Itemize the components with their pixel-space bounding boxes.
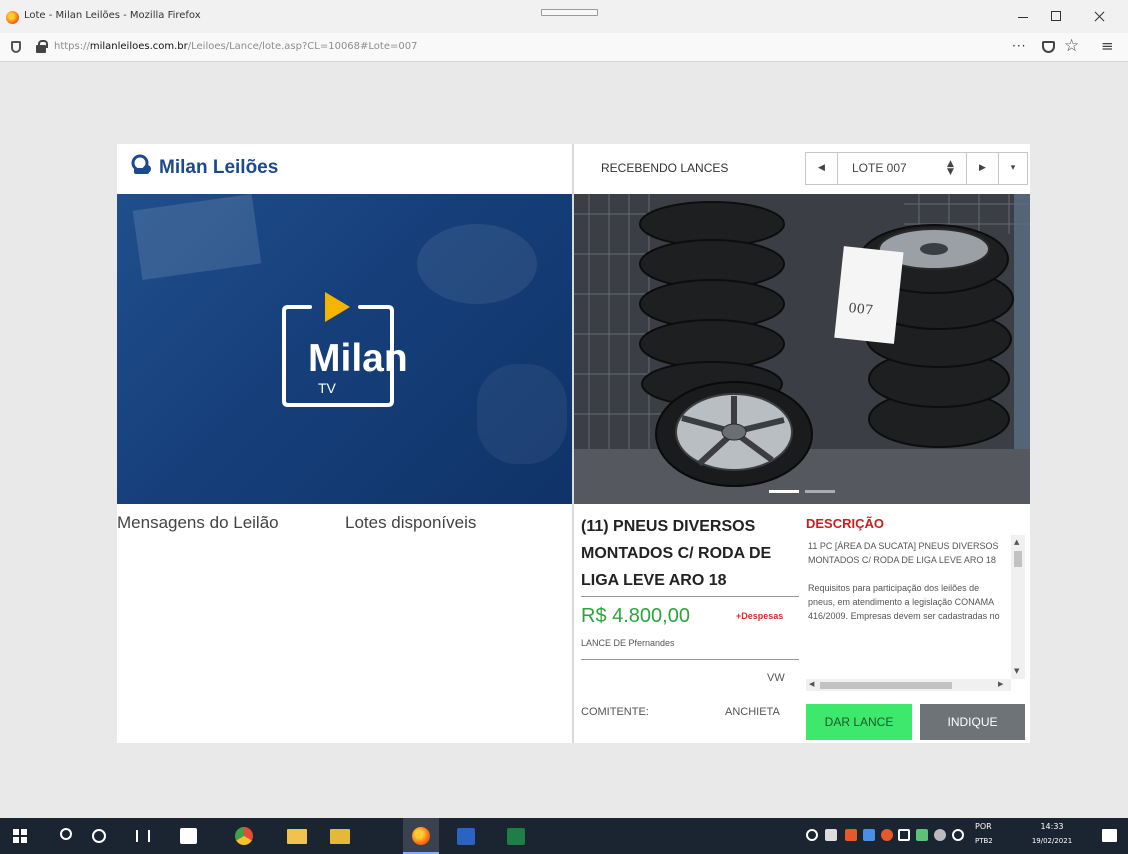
firefox-taskbar-icon[interactable] (412, 827, 430, 845)
start-menu-icon[interactable] (13, 829, 27, 843)
clock-date[interactable]: 19/02/2021 (1022, 837, 1082, 845)
auction-status: RECEBENDO LANCES (601, 161, 729, 175)
lot-navigator: ◀ LOTE 007 ▲ ▼ ▶ ▾ (805, 152, 1028, 185)
video-player[interactable]: Milan TV (117, 194, 572, 504)
expenses-link[interactable]: +Despesas (736, 611, 783, 621)
lot-header: RECEBENDO LANCES ◀ LOTE 007 ▲ ▼ ▶ ▾ (574, 144, 1030, 193)
divider (581, 596, 799, 597)
next-lot-button[interactable]: ▶ (967, 153, 999, 184)
scroll-left-icon[interactable]: ◀ (809, 680, 814, 688)
pocket-icon[interactable] (1042, 41, 1055, 53)
site-brand[interactable]: Milan Leilões (159, 157, 278, 179)
file-explorer-icon[interactable] (287, 829, 307, 844)
current-bid-value: R$ 4.800,00 (581, 605, 690, 627)
last-bidder: LANCE DE Pfernandes (581, 638, 675, 648)
lot-photo-carousel[interactable]: 007 (574, 194, 1030, 504)
background-shape (417, 224, 537, 304)
description-scroll-box[interactable]: 11 PC [ÁREA DA SUCATA] PNEUS DIVERSOS MO… (806, 535, 1026, 698)
tab-available-lots[interactable]: Lotes disponíveis (345, 513, 476, 533)
tray-app-icon[interactable] (845, 829, 857, 841)
address-bar: https://milanleiloes.com.br/Leiloes/Lanc… (0, 33, 1128, 62)
task-view-icon[interactable] (136, 830, 150, 842)
site-header: Milan Leilões (117, 144, 572, 193)
notifications-icon[interactable] (1102, 829, 1117, 842)
scroll-thumb[interactable] (1014, 551, 1022, 567)
word-icon[interactable] (457, 828, 475, 845)
files-app-icon[interactable] (330, 829, 350, 844)
tv-logo-text: Milan (308, 337, 408, 380)
tray-app-icon[interactable] (825, 829, 837, 841)
url-path: /Leiloes/Lance/lote.asp?CL=10068#Lote=00… (187, 41, 418, 52)
window-title: Lote - Milan Leilões - Mozilla Firefox (24, 10, 201, 21)
tray-app-icon[interactable] (806, 829, 818, 841)
previous-lot-button[interactable]: ◀ (806, 153, 838, 184)
place-bid-button[interactable]: DAR LANCE (806, 704, 912, 740)
close-button[interactable] (1087, 6, 1111, 26)
network-icon[interactable] (934, 829, 946, 841)
consignor-name-line1: VW (767, 672, 785, 684)
tray-app-icon[interactable] (863, 829, 875, 841)
indicate-button[interactable]: INDIQUE (920, 704, 1025, 740)
url-host: milanleiloes.com.br (89, 41, 188, 52)
description-paragraph: Empresas devem ser cadastradas no (850, 611, 1000, 621)
cortana-icon[interactable] (92, 829, 106, 843)
keyboard-language[interactable]: POR (975, 822, 992, 831)
lot-select-value: LOTE 007 (852, 161, 907, 175)
auction-panel: Milan Leilões Milan TV Mensagens do Leil… (117, 144, 1030, 743)
description-heading: DESCRIÇÃO (806, 516, 885, 531)
consignor-name-line2: ANCHIETA (725, 706, 780, 718)
volume-icon[interactable] (952, 829, 964, 841)
chrome-icon[interactable] (235, 827, 253, 845)
keyboard-layout[interactable]: PTB2 (975, 837, 993, 845)
lot-dropdown-button[interactable]: ▾ (999, 153, 1027, 184)
tab-auction-messages[interactable]: Mensagens do Leilão (117, 513, 279, 533)
background-shape (477, 364, 567, 464)
page-actions-button[interactable]: ··· (1012, 39, 1026, 53)
description-text: 11 PC [ÁREA DA SUCATA] PNEUS DIVERSOS MO… (808, 539, 1008, 623)
tray-app-icon[interactable] (881, 829, 893, 841)
consignor-label: COMITENTE: (581, 706, 649, 718)
tv-logo-subtext: TV (318, 380, 336, 396)
horizontal-scrollbar[interactable]: ◀ ▶ (806, 679, 1011, 691)
excel-icon[interactable] (507, 828, 525, 845)
carousel-dot[interactable] (805, 490, 835, 493)
tray-app-icon[interactable] (916, 829, 928, 841)
lot-photo: 007 (574, 194, 1030, 504)
battery-icon[interactable] (898, 829, 910, 841)
search-icon[interactable] (60, 828, 72, 840)
vertical-scrollbar[interactable]: ▲ ▼ (1011, 535, 1025, 679)
lot-select[interactable]: LOTE 007 ▲ ▼ (838, 153, 967, 184)
scroll-up-icon[interactable]: ▲ (1014, 538, 1019, 546)
window-titlebar: Lote - Milan Leilões - Mozilla Firefox (0, 0, 1128, 33)
store-icon[interactable] (180, 828, 197, 844)
clock-time[interactable]: 14:33 (1022, 822, 1082, 831)
url-prefix: https:// (54, 41, 90, 52)
scroll-right-icon[interactable]: ▶ (998, 680, 1003, 688)
drag-handle[interactable] (541, 9, 598, 16)
carousel-dot-active[interactable] (769, 490, 799, 493)
firefox-icon (6, 11, 19, 24)
carousel-indicators (769, 478, 841, 497)
lot-title: (11) PNEUS DIVERSOS MONTADOS C/ RODA DE … (581, 518, 772, 589)
windows-taskbar: POR PTB2 14:33 19/02/2021 (0, 818, 1128, 854)
description-paragraph: 11 PC [ÁREA DA SUCATA] PNEUS DIVERSOS MO… (808, 541, 999, 565)
tracking-shield-icon[interactable] (11, 41, 21, 53)
lock-icon[interactable] (36, 40, 48, 53)
select-arrows-icon: ▲ ▼ (947, 159, 954, 177)
bookmark-star-icon[interactable]: ☆ (1064, 36, 1079, 56)
minimize-button[interactable] (1011, 6, 1035, 26)
hamburger-menu-icon[interactable]: ≡ (1101, 37, 1114, 55)
scroll-thumb[interactable] (820, 682, 952, 689)
divider (581, 659, 799, 660)
maximize-button[interactable] (1043, 6, 1067, 26)
milan-logo-icon[interactable] (131, 154, 153, 176)
url-field[interactable]: https://milanleiloes.com.br/Leiloes/Lanc… (54, 41, 417, 52)
scroll-down-icon[interactable]: ▼ (1014, 667, 1019, 675)
lot-tag-number: 007 (848, 301, 874, 319)
background-shape (132, 194, 262, 281)
